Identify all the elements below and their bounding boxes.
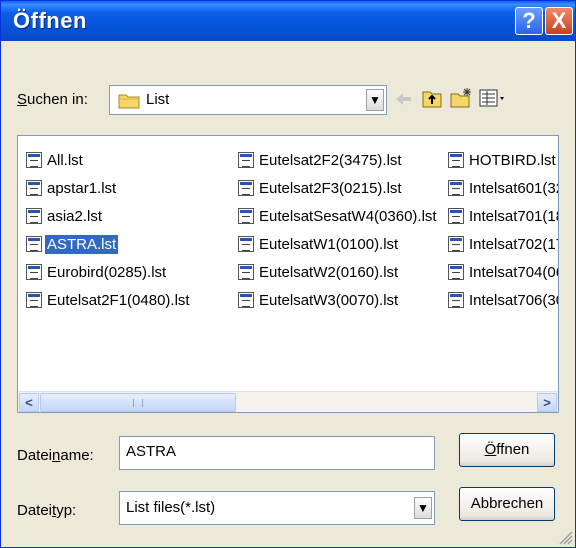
list-file-icon <box>238 180 254 196</box>
file-list[interactable]: All.lst apstar1.lst asia2.lst ASTRA.lst … <box>17 135 559 413</box>
lookin-label: Suchen in: <box>17 91 88 108</box>
filetype-value: List files(*.lst) <box>126 499 216 516</box>
list-file-icon <box>448 180 464 196</box>
list-item[interactable]: All.lst <box>26 148 85 172</box>
list-file-icon <box>26 208 42 224</box>
list-item[interactable]: Eurobird(0285).lst <box>26 260 168 284</box>
close-button[interactable]: X <box>545 7 573 35</box>
up-folder-icon[interactable] <box>421 87 443 114</box>
list-file-icon <box>26 152 42 168</box>
list-file-icon <box>238 208 254 224</box>
list-item[interactable]: Intelsat706(30 <box>448 288 558 312</box>
scroll-grip-icon <box>133 399 143 407</box>
list-item[interactable]: Intelsat601(32! <box>448 176 558 200</box>
list-file-icon <box>26 180 42 196</box>
list-file-icon <box>26 264 42 280</box>
list-file-icon <box>26 236 42 252</box>
new-folder-icon[interactable] <box>449 87 473 114</box>
list-file-icon <box>238 236 254 252</box>
lookin-dropdown[interactable]: List ▼ <box>109 85 387 115</box>
lookin-dropdown-arrow[interactable]: ▼ <box>366 89 384 111</box>
back-arrow-icon[interactable] <box>393 89 413 114</box>
filename-label: Dateiname: <box>17 447 94 464</box>
open-button[interactable]: Öffnen <box>459 433 555 467</box>
resize-grip-icon[interactable] <box>557 529 573 547</box>
list-file-icon <box>238 292 254 308</box>
scroll-left-icon[interactable]: < <box>19 393 39 412</box>
list-item[interactable]: Intelsat701(18( <box>448 204 558 228</box>
list-file-icon <box>448 152 464 168</box>
list-item[interactable]: HOTBIRD.lst <box>448 148 558 172</box>
list-file-icon <box>448 236 464 252</box>
list-file-icon <box>448 208 464 224</box>
horizontal-scrollbar[interactable]: < > <box>18 391 558 412</box>
list-item[interactable]: EutelsatW1(0100).lst <box>238 232 400 256</box>
scroll-thumb[interactable] <box>40 393 236 412</box>
cancel-button[interactable]: Abbrechen <box>459 487 555 521</box>
list-item[interactable]: asia2.lst <box>26 204 104 228</box>
view-menu-icon[interactable] <box>479 89 507 112</box>
help-button[interactable]: ? <box>515 7 543 35</box>
list-file-icon <box>448 264 464 280</box>
filetype-label: Dateityp: <box>17 502 77 519</box>
list-item[interactable]: Eutelsat2F2(3475).lst <box>238 148 404 172</box>
filetype-dropdown-arrow[interactable]: ▼ <box>414 497 432 519</box>
title-bar[interactable]: Öffnen ? X <box>1 1 575 41</box>
folder-icon <box>118 92 140 114</box>
list-item[interactable]: Intelsat702(17 <box>448 232 558 256</box>
list-file-icon <box>448 292 464 308</box>
list-item[interactable]: Intelsat704(06( <box>448 260 558 284</box>
list-item[interactable]: EutelsatW2(0160).lst <box>238 260 400 284</box>
lookin-value: List <box>146 91 170 108</box>
list-file-icon <box>238 152 254 168</box>
list-item[interactable]: Eutelsat2F1(0480).lst <box>26 288 192 312</box>
list-item[interactable]: apstar1.lst <box>26 176 118 200</box>
filetype-dropdown[interactable]: List files(*.lst) ▼ <box>119 491 435 525</box>
list-item-selected[interactable]: ASTRA.lst <box>26 232 119 256</box>
list-file-icon <box>26 292 42 308</box>
list-item[interactable]: EutelsatSesatW4(0360).lst <box>238 204 439 228</box>
scroll-right-icon[interactable]: > <box>537 393 557 412</box>
list-item[interactable]: EutelsatW3(0070).lst <box>238 288 400 312</box>
list-item[interactable]: Eutelsat2F3(0215).lst <box>238 176 404 200</box>
list-file-icon <box>238 264 254 280</box>
open-dialog: Öffnen ? X Suchen in: List ▼ All.lst aps… <box>0 0 576 548</box>
filename-input[interactable]: ASTRA <box>119 436 435 470</box>
window-title: Öffnen <box>13 8 87 33</box>
